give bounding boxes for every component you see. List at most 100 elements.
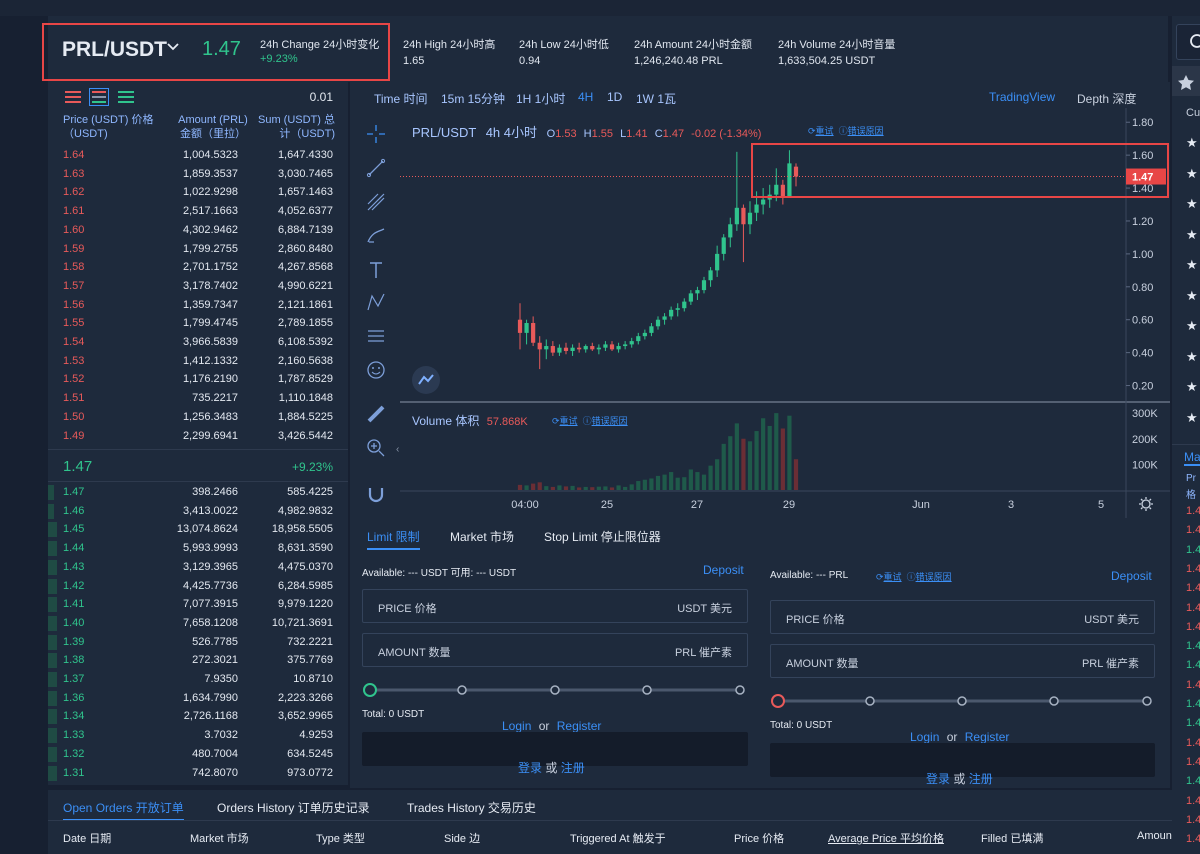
zoom-in-icon[interactable] (366, 438, 386, 458)
bid-row[interactable]: 1.42 4,425.7736 6,284.5985 (48, 577, 348, 596)
candle-body[interactable] (629, 341, 634, 345)
candle-body[interactable] (517, 319, 523, 333)
register-link[interactable]: 注册 (561, 761, 585, 775)
settings-gear-icon[interactable] (1138, 496, 1154, 512)
brush-icon[interactable] (366, 226, 386, 246)
buy-price-field[interactable]: PRICE 价格 USDT 美元 (362, 589, 748, 623)
candle-body[interactable] (603, 344, 608, 348)
candle-body[interactable] (754, 204, 759, 213)
buy-deposit-link[interactable]: Deposit (703, 563, 744, 577)
error-link[interactable]: 错误原因 (592, 416, 628, 426)
candle-body[interactable] (688, 293, 693, 302)
bid-row[interactable]: 1.46 3,413.0022 4,982.9832 (48, 502, 348, 521)
bid-row[interactable]: 1.36 1,634.7990 2,223.3266 (48, 689, 348, 708)
tab-orders-history[interactable]: Orders History 订单历史记录 (217, 799, 370, 816)
ask-row[interactable]: 1.61 2,517.1663 4,052.6377 (48, 202, 348, 221)
view-bids-icon[interactable] (116, 88, 136, 106)
candle-body[interactable] (675, 308, 680, 310)
login-link[interactable]: 登录 (518, 761, 542, 775)
sell-amount-field[interactable]: AMOUNT 数量 PRL 催产素 (770, 644, 1155, 678)
star-icon[interactable]: ★ (1186, 196, 1198, 212)
ask-row[interactable]: 1.64 1,004.5323 1,647.4330 (48, 146, 348, 165)
candle-body[interactable] (636, 336, 641, 342)
candle-body[interactable] (721, 237, 726, 254)
candle-body[interactable] (590, 346, 595, 350)
candle-body[interactable] (596, 347, 601, 350)
candle-body[interactable] (715, 253, 720, 271)
ask-row[interactable]: 1.53 1,412.1332 2,160.5638 (48, 352, 348, 371)
login-link[interactable]: Login (502, 719, 531, 733)
candle-body[interactable] (537, 342, 542, 350)
tab-stop-limit[interactable]: Stop Limit 停止限位器 (544, 528, 661, 545)
star-icon[interactable]: ★ (1186, 135, 1198, 151)
pattern-icon[interactable] (366, 292, 386, 312)
ask-row[interactable]: 1.60 4,302.9462 6,884.7139 (48, 221, 348, 240)
register-link[interactable]: 注册 (969, 772, 993, 786)
trendline-icon[interactable] (366, 158, 386, 178)
bid-row[interactable]: 1.31 742.8070 973.0772 (48, 764, 348, 783)
candle-body[interactable] (662, 316, 667, 320)
star-icon[interactable]: ★ (1186, 288, 1198, 304)
candle-body[interactable] (616, 346, 621, 350)
orders-col-header[interactable]: Average Price 平均价格 (828, 830, 944, 846)
candle-body[interactable] (563, 347, 569, 351)
candle-body[interactable] (557, 347, 562, 353)
candle-body[interactable] (550, 346, 555, 353)
candle-body[interactable] (728, 224, 733, 238)
candle-body[interactable] (642, 332, 647, 337)
bid-row[interactable]: 1.34 2,726.1168 3,652.9965 (48, 707, 348, 726)
tab-limit[interactable]: Limit 限制 (367, 528, 420, 550)
prediction-icon[interactable] (366, 326, 386, 346)
bid-row[interactable]: 1.38 272.3021 375.7769 (48, 651, 348, 670)
candle-body[interactable] (649, 326, 654, 333)
bid-row[interactable]: 1.43 3,129.3965 4,475.0370 (48, 558, 348, 577)
interval-tab[interactable]: Time 时间 (374, 90, 428, 107)
ask-row[interactable]: 1.59 1,799.2755 2,860.8480 (48, 240, 348, 259)
bid-row[interactable]: 1.44 5,993.9993 8,631.3590 (48, 539, 348, 558)
candle-body[interactable] (701, 280, 707, 291)
star-icon[interactable]: ★ (1186, 166, 1198, 182)
precision-select[interactable]: 0.01 (310, 90, 333, 104)
candle-body[interactable] (734, 207, 739, 225)
sell-deposit-link[interactable]: Deposit (1111, 569, 1152, 583)
ask-row[interactable]: 1.58 2,701.1752 4,267.8568 (48, 258, 348, 277)
candle-body[interactable] (524, 323, 529, 333)
ask-row[interactable]: 1.63 1,859.3537 3,030.7465 (48, 165, 348, 184)
tab-market[interactable]: Market 市场 (450, 528, 514, 545)
bid-row[interactable]: 1.37 7.9350 10.8710 (48, 670, 348, 689)
bid-row[interactable]: 1.32 480.7004 634.5245 (48, 745, 348, 764)
candle-body[interactable] (695, 290, 700, 294)
bid-row[interactable]: 1.41 7,077.3915 9,979.1220 (48, 595, 348, 614)
candle-body[interactable] (570, 347, 575, 351)
view-asks-icon[interactable] (63, 88, 83, 106)
sell-price-field[interactable]: PRICE 价格 USDT 美元 (770, 600, 1155, 634)
view-both-icon[interactable] (89, 88, 109, 106)
candle-body[interactable] (577, 347, 582, 350)
error-link[interactable]: 错误原因 (916, 572, 952, 582)
star-icon[interactable]: ★ (1186, 410, 1198, 426)
tab-open-orders[interactable]: Open Orders 开放订单 (63, 799, 184, 821)
text-icon[interactable] (366, 260, 386, 280)
interval-tab[interactable]: 1W 1瓦 (636, 90, 676, 107)
register-link[interactable]: Register (965, 730, 1010, 744)
star-icon[interactable]: ★ (1186, 349, 1198, 365)
fib-icon[interactable] (366, 192, 386, 212)
ask-row[interactable]: 1.57 3,178.7402 4,990.6221 (48, 277, 348, 296)
register-link[interactable]: Register (557, 719, 602, 733)
interval-tab[interactable]: 1H 1小时 (516, 90, 565, 107)
candle-body[interactable] (609, 344, 615, 350)
bid-row[interactable]: 1.47 398.2466 585.4225 (48, 483, 348, 502)
chevron-down-icon[interactable] (166, 41, 180, 53)
crosshair-icon[interactable] (366, 124, 386, 144)
collapse-toolbar-icon[interactable]: ‹ (396, 444, 399, 455)
pair-selector[interactable]: PRL/USDT (62, 38, 167, 62)
star-icon[interactable]: ★ (1186, 379, 1198, 395)
market-search-input[interactable] (1176, 24, 1200, 60)
candle-body[interactable] (747, 212, 753, 225)
candle-body[interactable] (682, 301, 687, 309)
interval-tab[interactable]: 4H (578, 90, 593, 104)
bid-row[interactable]: 1.40 7,658.1208 10,721.3691 (48, 614, 348, 633)
candle-body[interactable] (669, 309, 674, 317)
candle-body[interactable] (623, 344, 628, 347)
favorites-tab[interactable] (1172, 66, 1200, 96)
